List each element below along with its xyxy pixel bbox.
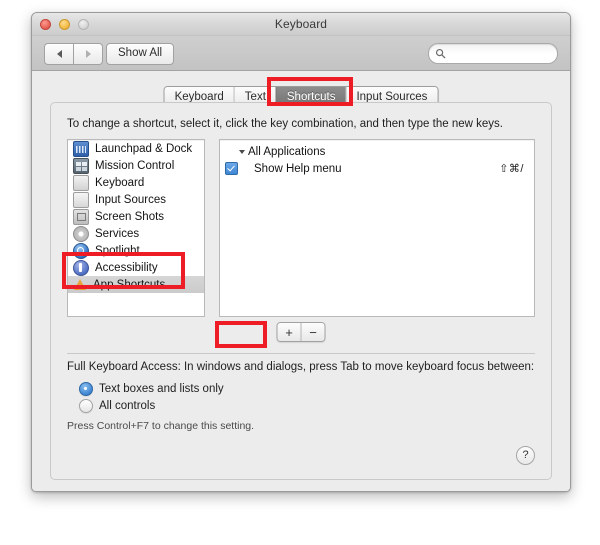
sidebar-item-input-sources[interactable]: Input Sources [68,191,204,208]
app-shortcuts-icon [73,278,87,292]
window-titlebar: Keyboard [32,13,570,36]
section-separator [67,353,535,354]
sidebar-item-mission-control[interactable]: Mission Control [68,157,204,174]
sidebar-item-launchpad-dock[interactable]: Launchpad & Dock [68,140,204,157]
radio-label: All controls [99,400,156,412]
remove-shortcut-button[interactable]: − [300,323,325,341]
shortcut-group-header[interactable]: All Applications [220,144,534,160]
keyboard-access-hint: Press Control+F7 to change this setting. [67,420,255,432]
mission-control-icon [73,157,89,174]
shortcut-group-label: All Applications [248,146,326,158]
sidebar-item-app-shortcuts[interactable]: App Shortcuts [68,276,204,293]
sidebar-item-keyboard[interactable]: Keyboard [68,174,204,191]
sidebar-item-label: App Shortcuts [93,278,166,291]
radio-button-icon[interactable] [79,399,93,413]
sidebar-item-label: Input Sources [95,193,166,206]
disclosure-triangle-icon[interactable] [239,150,245,154]
screenshot-icon [73,208,89,225]
shortcuts-panel: To change a shortcut, select it, click t… [50,102,552,480]
sidebar-item-screen-shots[interactable]: Screen Shots [68,208,204,225]
sidebar-item-spotlight[interactable]: Spotlight [68,242,204,259]
window-title: Keyboard [274,17,328,31]
input-sources-icon [73,191,89,208]
navigation-buttons [44,43,103,65]
help-button[interactable]: ? [516,446,535,465]
radio-all-controls[interactable]: All controls [79,399,155,413]
shortcut-row[interactable]: Show Help menu ⇧⌘/ [220,160,534,177]
shortcut-key-combination[interactable]: ⇧⌘/ [499,162,524,175]
radio-button-selected-icon[interactable] [79,382,93,396]
sidebar-item-label: Accessibility [95,261,158,274]
sidebar-item-services[interactable]: Services [68,225,204,242]
back-button[interactable] [44,43,74,65]
search-input[interactable] [449,44,553,65]
add-remove-button-group: + − [276,322,326,342]
accessibility-icon [73,259,89,276]
shortcut-checkbox[interactable] [225,162,238,175]
show-all-button[interactable]: Show All [106,43,175,65]
gear-icon [73,225,89,242]
spotlight-icon [73,242,89,259]
shortcut-detail-list[interactable]: All Applications Show Help menu ⇧⌘/ [219,139,535,317]
sidebar-item-label: Mission Control [95,159,175,172]
sidebar-item-label: Services [95,227,140,240]
launchpad-icon [73,140,89,157]
search-field[interactable] [428,43,558,65]
sidebar-item-label: Screen Shots [95,210,165,223]
sidebar-item-accessibility[interactable]: Accessibility [68,259,204,276]
back-arrow-icon [56,50,62,58]
shortcut-label: Show Help menu [254,162,342,175]
shortcut-category-list[interactable]: Launchpad & Dock Mission Control Keyboar… [67,139,205,317]
radio-text-boxes-and-lists-only[interactable]: Text boxes and lists only [79,382,224,396]
full-keyboard-access-label: Full Keyboard Access: In windows and dia… [67,361,535,373]
keyboard-preferences-window: Keyboard Show All Keyboard Text Shortcut… [31,12,571,492]
window-toolbar: Show All [32,36,570,71]
forward-button[interactable] [74,43,103,65]
radio-label: Text boxes and lists only [99,383,224,395]
add-shortcut-button[interactable]: + [277,323,301,341]
search-icon [435,48,446,59]
sidebar-item-label: Launchpad & Dock [95,142,193,155]
list-divider [205,139,219,317]
preferences-content: Keyboard Text Shortcuts Input Sources To… [32,71,570,491]
sidebar-item-label: Keyboard [95,176,145,189]
sidebar-item-label: Spotlight [95,244,140,257]
shortcuts-lists: Launchpad & Dock Mission Control Keyboar… [67,139,535,317]
forward-arrow-icon [85,50,91,58]
instruction-text: To change a shortcut, select it, click t… [67,118,503,130]
keyboard-icon [73,174,89,191]
